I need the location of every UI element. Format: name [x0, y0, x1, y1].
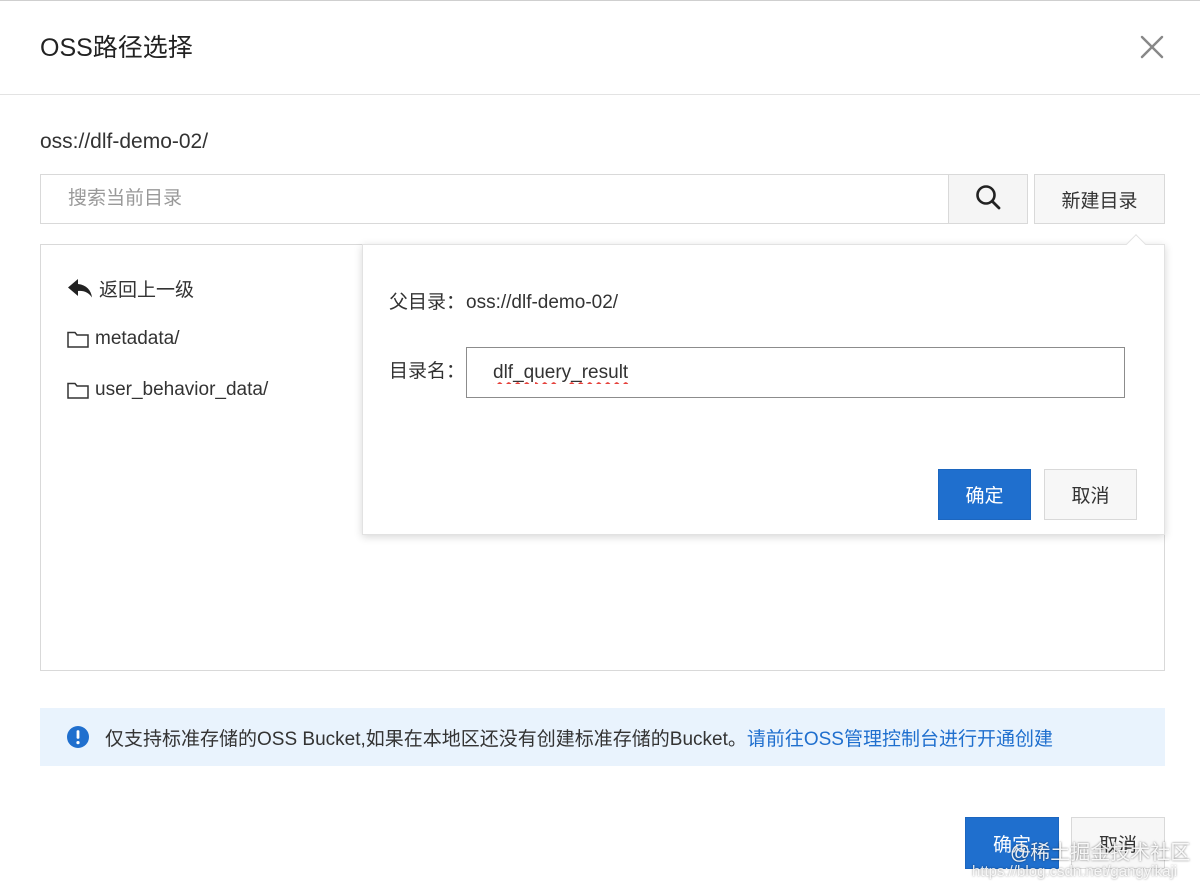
new-directory-button[interactable]: 新建目录	[1034, 174, 1165, 224]
info-icon	[66, 725, 90, 749]
info-notice: 仅支持标准存储的OSS Bucket,如果在本地区还没有创建标准存储的Bucke…	[40, 708, 1165, 766]
back-to-parent[interactable]: 返回上一级	[67, 275, 194, 301]
dir-name-input[interactable]	[467, 348, 1124, 397]
popover-cancel-button[interactable]: 取消	[1044, 469, 1137, 520]
back-label: 返回上一级	[99, 279, 195, 301]
search-box	[40, 174, 949, 224]
reply-arrow-icon	[67, 277, 93, 299]
notice-text: 仅支持标准存储的OSS Bucket,如果在本地区还没有创建标准存储的Bucke…	[105, 728, 747, 750]
dir-name-label: 目录名：	[389, 361, 466, 382]
close-icon[interactable]	[1136, 31, 1168, 63]
current-path: oss://dlf-demo-02/	[40, 130, 209, 153]
folder-icon	[67, 330, 89, 348]
list-item-metadata[interactable]: metadata/	[67, 326, 180, 352]
folder-name: user_behavior_data/	[95, 379, 269, 400]
folder-name: metadata/	[95, 328, 180, 349]
list-item-user-behavior-data[interactable]: user_behavior_data/	[67, 377, 268, 403]
dialog-title: OSS路径选择	[40, 34, 193, 62]
watermark-text: @稀土掘金技术社区	[1010, 842, 1191, 864]
parent-dir-value: oss://dlf-demo-02/	[466, 292, 619, 313]
popover-confirm-button[interactable]: 确定	[938, 469, 1031, 520]
oss-path-dialog: OSS路径选择 oss://dlf-demo-02/ 新建目录 返回上一级 me…	[0, 0, 1200, 888]
dialog-header: OSS路径选择	[0, 1, 1200, 95]
folder-icon	[67, 381, 89, 399]
oss-console-link[interactable]: 请前往OSS管理控制台进行开通创建	[747, 724, 1053, 751]
watermark-url: https://blog.csdn.net/gangyikaji	[972, 863, 1178, 880]
search-icon	[974, 183, 1002, 216]
parent-dir-label: 父目录：	[389, 292, 466, 313]
search-input[interactable]	[41, 175, 949, 223]
dir-name-field-wrapper	[466, 347, 1125, 398]
search-button[interactable]	[948, 174, 1028, 224]
